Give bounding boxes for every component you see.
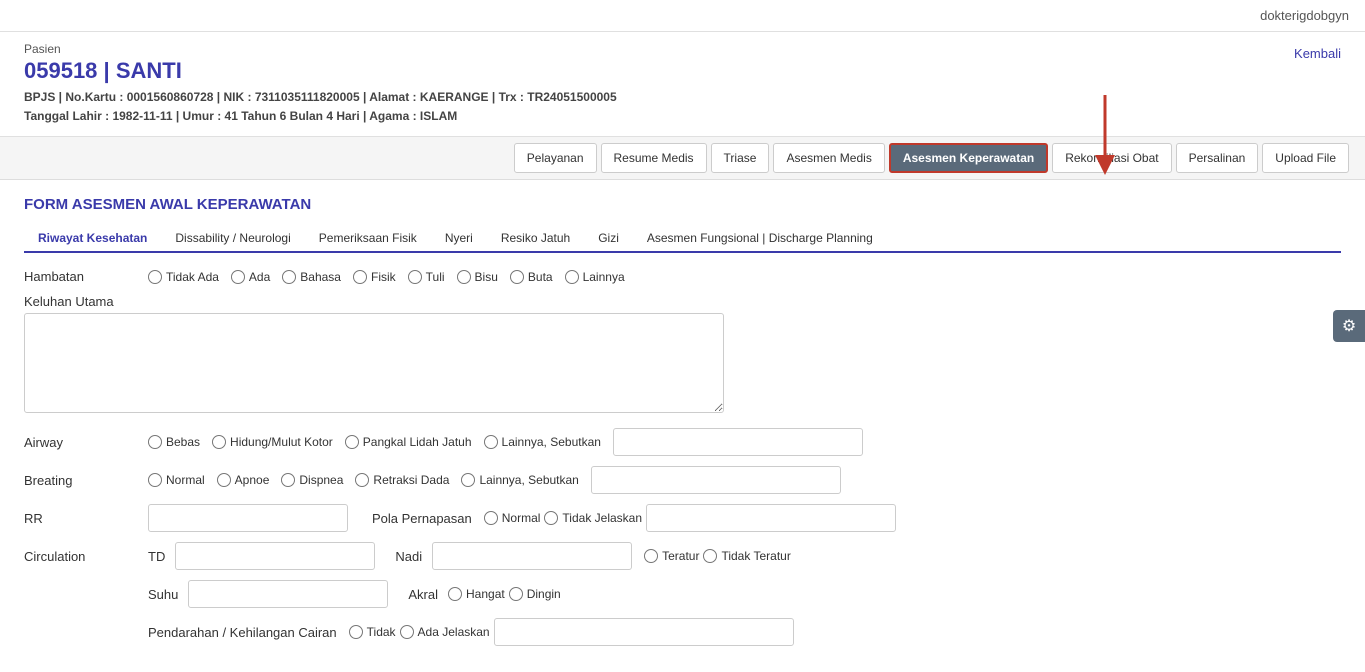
keluhan-utama-section: Keluhan Utama xyxy=(24,294,1341,416)
airway-bebas[interactable]: Bebas xyxy=(148,435,200,449)
hambatan-buta[interactable]: Buta xyxy=(510,270,553,284)
circulation-label: Circulation xyxy=(24,549,144,564)
pendarahan-label: Pendarahan / Kehilangan Cairan xyxy=(148,625,337,640)
breating-lainnya[interactable]: Lainnya, Sebutkan xyxy=(461,473,578,487)
tab-pelayanan[interactable]: Pelayanan xyxy=(514,143,597,173)
tab-resume-medis[interactable]: Resume Medis xyxy=(601,143,707,173)
hambatan-tuli[interactable]: Tuli xyxy=(408,270,445,284)
pola-pernapasan-input[interactable] xyxy=(646,504,896,532)
breating-retraksi[interactable]: Retraksi Dada xyxy=(355,473,449,487)
breating-label: Breating xyxy=(24,473,144,488)
tab-rekonsiliasi-obat[interactable]: Rekonsiliasi Obat xyxy=(1052,143,1171,173)
subtab-pemeriksaan-fisik[interactable]: Pemeriksaan Fisik xyxy=(305,225,431,253)
breating-options: Normal Apnoe Dispnea Retraksi Dada Lainn… xyxy=(148,466,841,494)
back-button[interactable]: Kembali xyxy=(1294,46,1341,61)
username-label: dokterigdobgyn xyxy=(1260,8,1349,23)
suhu-label: Suhu xyxy=(148,587,178,602)
rr-input[interactable] xyxy=(148,504,348,532)
tab-persalinan[interactable]: Persalinan xyxy=(1176,143,1259,173)
td-label: TD xyxy=(148,549,165,564)
keluhan-utama-input[interactable] xyxy=(24,313,724,413)
nadi-input[interactable] xyxy=(432,542,632,570)
patient-header: Pasien 059518 | SANTI BPJS | No.Kartu : … xyxy=(0,32,1365,137)
form-section: FORM ASESMEN AWAL KEPERAWATAN Riwayat Ke… xyxy=(0,180,1365,672)
tab-upload-file[interactable]: Upload File xyxy=(1262,143,1349,173)
nadi-tidak-teratur[interactable]: Tidak Teratur xyxy=(703,549,790,563)
airway-lainnya-input[interactable] xyxy=(613,428,863,456)
pendarahan-row: Pendarahan / Kehilangan Cairan Tidak Ada… xyxy=(24,618,1341,646)
hambatan-bisu[interactable]: Bisu xyxy=(457,270,498,284)
keluhan-utama-label: Keluhan Utama xyxy=(24,294,1341,309)
subtab-resiko-jatuh[interactable]: Resiko Jatuh xyxy=(487,225,584,253)
suhu-row: Suhu Akral Hangat Dingin xyxy=(24,580,1341,608)
akral-dingin[interactable]: Dingin xyxy=(509,587,561,601)
td-input[interactable] xyxy=(175,542,375,570)
hambatan-label: Hambatan xyxy=(24,269,144,284)
hambatan-ada[interactable]: Ada xyxy=(231,270,270,284)
nadi-label: Nadi xyxy=(395,549,422,564)
sub-tabs: Riwayat Kesehatan Dissability / Neurolog… xyxy=(24,225,1341,253)
suhu-input[interactable] xyxy=(188,580,388,608)
patient-bpjs: BPJS | No.Kartu : 0001560860728 | NIK : … xyxy=(24,88,1341,107)
airway-row: Airway Bebas Hidung/Mulut Kotor Pangkal … xyxy=(24,428,1341,456)
akral-label: Akral xyxy=(408,587,438,602)
pola-normal[interactable]: Normal xyxy=(484,511,541,525)
hambatan-options: Tidak Ada Ada Bahasa Fisik Tuli Bisu But… xyxy=(148,270,625,284)
pendarahan-tidak[interactable]: Tidak xyxy=(349,625,396,639)
pola-pernapasan-label: Pola Pernapasan xyxy=(372,511,472,526)
airway-label: Airway xyxy=(24,435,144,450)
rr-row: RR Pola Pernapasan Normal Tidak Jelaskan xyxy=(24,504,1341,532)
pola-tidak-jelaskan[interactable]: Tidak Jelaskan xyxy=(544,511,642,525)
subtab-asesmen-fungsional[interactable]: Asesmen Fungsional | Discharge Planning xyxy=(633,225,887,253)
pendarahan-input[interactable] xyxy=(494,618,794,646)
hambatan-lainnya[interactable]: Lainnya xyxy=(565,270,625,284)
breating-normal[interactable]: Normal xyxy=(148,473,205,487)
form-title: FORM ASESMEN AWAL KEPERAWATAN xyxy=(24,196,1341,213)
airway-pangkal[interactable]: Pangkal Lidah Jatuh xyxy=(345,435,472,449)
hambatan-fisik[interactable]: Fisik xyxy=(353,270,396,284)
tab-asesmen-medis[interactable]: Asesmen Medis xyxy=(773,143,884,173)
subtab-dissability[interactable]: Dissability / Neurologi xyxy=(161,225,304,253)
breating-apnoe[interactable]: Apnoe xyxy=(217,473,270,487)
breating-row: Breating Normal Apnoe Dispnea Retraksi D… xyxy=(24,466,1341,494)
subtab-nyeri[interactable]: Nyeri xyxy=(431,225,487,253)
gear-button[interactable]: ⚙ xyxy=(1333,310,1365,342)
rr-label: RR xyxy=(24,511,144,526)
circulation-row: Circulation TD Nadi Teratur Tidak Teratu… xyxy=(24,542,1341,570)
pendarahan-ada[interactable]: Ada Jelaskan xyxy=(400,625,490,639)
hambatan-tidak-ada[interactable]: Tidak Ada xyxy=(148,270,219,284)
nav-tabs: Pelayanan Resume Medis Triase Asesmen Me… xyxy=(0,137,1365,180)
subtab-gizi[interactable]: Gizi xyxy=(584,225,633,253)
airway-lainnya[interactable]: Lainnya, Sebutkan xyxy=(484,435,601,449)
tab-triase[interactable]: Triase xyxy=(711,143,770,173)
hambatan-row: Hambatan Tidak Ada Ada Bahasa Fisik Tuli… xyxy=(24,269,1341,284)
airway-hidung[interactable]: Hidung/Mulut Kotor xyxy=(212,435,333,449)
patient-label: Pasien xyxy=(24,42,1341,56)
patient-name: 059518 | SANTI xyxy=(24,58,1341,84)
subtab-riwayat-kesehatan[interactable]: Riwayat Kesehatan xyxy=(24,225,161,253)
nadi-teratur[interactable]: Teratur xyxy=(644,549,699,563)
hambatan-bahasa[interactable]: Bahasa xyxy=(282,270,341,284)
airway-options: Bebas Hidung/Mulut Kotor Pangkal Lidah J… xyxy=(148,428,863,456)
akral-hangat[interactable]: Hangat xyxy=(448,587,505,601)
tab-asesmen-keperawatan[interactable]: Asesmen Keperawatan xyxy=(889,143,1048,173)
breating-dispnea[interactable]: Dispnea xyxy=(281,473,343,487)
top-bar: dokterigdobgyn xyxy=(0,0,1365,32)
breating-lainnya-input[interactable] xyxy=(591,466,841,494)
patient-dob: Tanggal Lahir : 1982-11-11 | Umur : 41 T… xyxy=(24,107,1341,126)
